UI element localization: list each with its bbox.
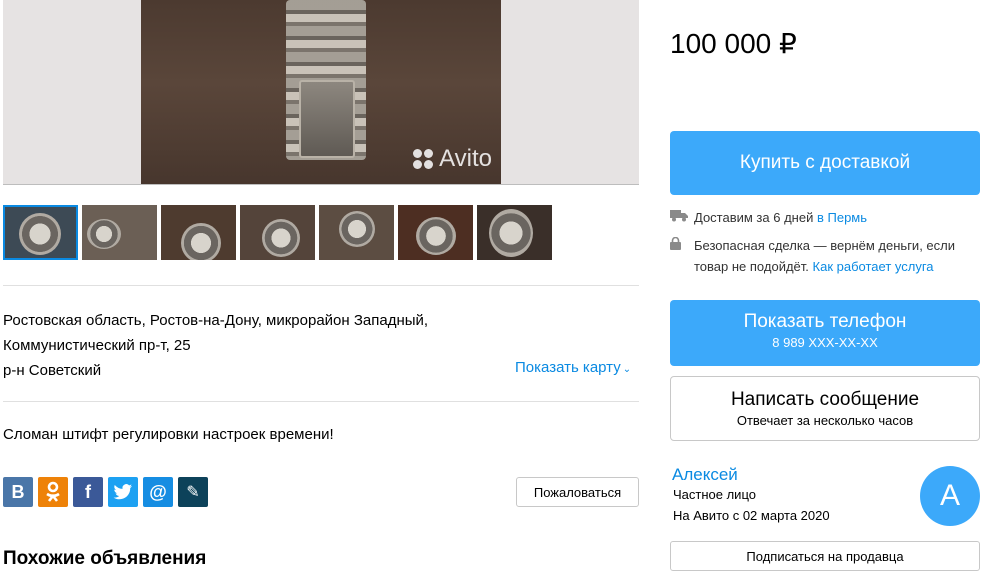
write-message-button[interactable]: Написать сообщение Отвечает за несколько… <box>670 376 980 441</box>
avatar[interactable]: А <box>920 466 980 526</box>
facebook-share-icon[interactable]: f <box>73 477 103 507</box>
address-block: Ростовская область, Ростов-на-Дону, микр… <box>3 308 428 383</box>
price: 100 000 ₽ <box>670 28 797 59</box>
seller-since: На Авито с 02 марта 2020 <box>673 508 830 523</box>
thumbnail-4[interactable] <box>240 205 315 260</box>
thumbnail-3[interactable] <box>161 205 236 260</box>
seller-name-link[interactable]: Алексей <box>672 465 738 485</box>
delivery-text: Доставим за 6 дней <box>694 210 814 225</box>
district: р-н Советский <box>3 362 102 379</box>
main-photo[interactable]: Avito <box>141 0 501 185</box>
item-description: Сломан штифт регулировки настроек времен… <box>3 426 334 443</box>
divider <box>3 401 639 402</box>
thumbnail-strip <box>3 205 552 260</box>
subscribe-seller-button[interactable]: Подписаться на продавца <box>670 541 980 571</box>
buy-with-delivery-button[interactable]: Купить с доставкой <box>670 131 980 195</box>
share-buttons: В f @ ✎ <box>3 477 208 507</box>
livejournal-share-icon[interactable]: ✎ <box>178 477 208 507</box>
write-message-label: Написать сообщение <box>730 389 920 410</box>
thumbnail-6[interactable] <box>398 205 473 260</box>
photo-divider <box>3 184 639 185</box>
safe-deal-info: Безопасная сделка — вернём деньги, если … <box>670 235 980 277</box>
delivery-info: Доставим за 6 дней в Пермь <box>670 207 867 229</box>
how-it-works-link[interactable]: Как работает услуга <box>813 259 934 274</box>
main-photo-container[interactable]: Avito <box>3 0 639 185</box>
ok-share-icon[interactable] <box>38 477 68 507</box>
complain-button[interactable]: Пожаловаться <box>516 477 639 507</box>
avito-logo-icon <box>413 149 434 169</box>
thumbnail-2[interactable] <box>82 205 157 260</box>
divider <box>3 285 639 286</box>
lock-icon <box>670 235 694 277</box>
truck-icon <box>670 207 694 229</box>
thumbnail-7[interactable] <box>477 205 552 260</box>
delivery-city-link[interactable]: в Пермь <box>817 210 867 225</box>
show-map-link[interactable]: Показать карту ⌄ <box>515 358 631 380</box>
vk-share-icon[interactable]: В <box>3 477 33 507</box>
similar-ads-heading: Похожие объявления <box>3 548 207 569</box>
twitter-share-icon[interactable] <box>108 477 138 507</box>
mail-share-icon[interactable]: @ <box>143 477 173 507</box>
show-map-label: Показать карту <box>515 359 621 376</box>
show-phone-button[interactable]: Показать телефон 8 989 XXX-XX-XX <box>670 300 980 366</box>
avito-watermark: Avito <box>413 145 492 173</box>
thumbnail-1[interactable] <box>3 205 78 260</box>
show-phone-label: Показать телефон <box>743 311 907 332</box>
thumbnail-5[interactable] <box>319 205 394 260</box>
chevron-down-icon: ⌄ <box>622 364 632 375</box>
response-time: Отвечает за несколько часов <box>736 413 914 428</box>
seller-type: Частное лицо <box>673 487 756 502</box>
phone-number-masked: 8 989 XXX-XX-XX <box>772 335 878 350</box>
address-line-2: Коммунистический пр-т, 25 <box>3 337 191 354</box>
watch-clasp-image <box>299 80 355 158</box>
address-line-1: Ростовская область, Ростов-на-Дону, микр… <box>3 312 429 329</box>
watermark-text: Avito <box>439 145 492 172</box>
